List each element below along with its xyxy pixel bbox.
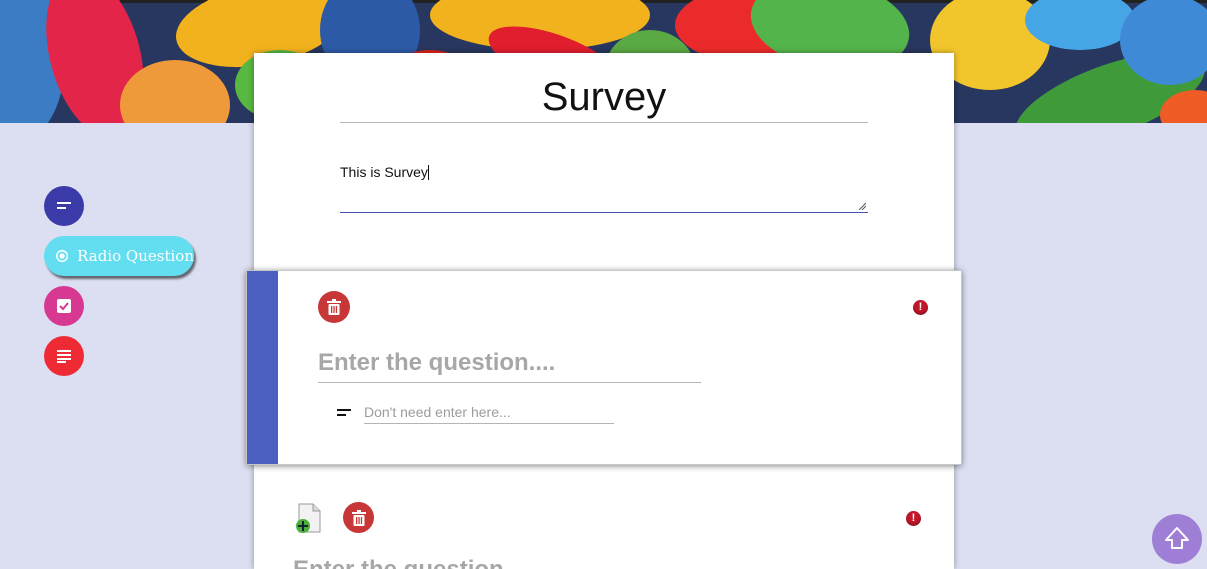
short-text-icon	[337, 409, 351, 416]
add-checkbox-question-button[interactable]	[44, 286, 84, 326]
checkbox-icon	[57, 299, 71, 313]
trash-icon	[351, 509, 366, 526]
survey-description-text: This is Survey	[340, 164, 428, 180]
paragraph-icon	[57, 349, 71, 363]
survey-description-textarea[interactable]: This is Survey	[340, 159, 868, 213]
radio-question-label: Radio Question	[77, 247, 194, 265]
add-text-question-button[interactable]	[44, 186, 84, 226]
add-paragraph-question-button[interactable]	[44, 336, 84, 376]
radio-button-icon	[56, 249, 69, 263]
answer-placeholder-input[interactable]: Don't need enter here...	[364, 403, 614, 424]
arrow-up-icon	[1165, 527, 1189, 549]
text-cursor	[427, 165, 429, 180]
delete-question-1-button[interactable]	[318, 291, 350, 323]
add-file-icon[interactable]	[294, 502, 322, 534]
survey-title-input[interactable]: Survey	[340, 73, 868, 123]
question-1-input[interactable]: Enter the question....	[318, 346, 701, 383]
scroll-to-top-button[interactable]	[1152, 514, 1202, 564]
add-radio-question-button[interactable]: Radio Question	[44, 236, 194, 276]
active-question-indicator	[247, 271, 278, 464]
alert-icon: !	[906, 511, 921, 526]
question-2-input[interactable]: Enter the question....	[293, 553, 613, 569]
short-text-icon	[57, 202, 71, 209]
delete-question-2-button[interactable]	[343, 502, 374, 533]
trash-icon	[327, 299, 341, 315]
alert-icon: !	[913, 300, 928, 315]
resize-handle-icon[interactable]	[858, 202, 866, 210]
question-card-1: ! Enter the question.... Don't need ente…	[246, 270, 962, 465]
